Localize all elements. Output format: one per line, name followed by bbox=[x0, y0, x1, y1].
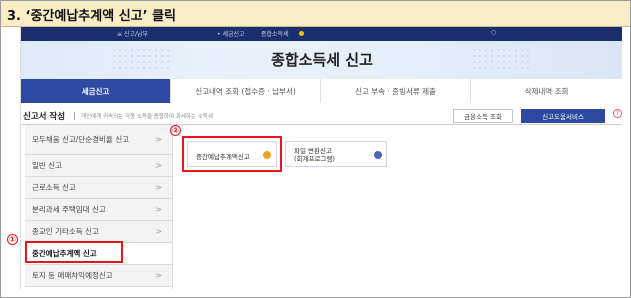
step2-highlight-box bbox=[182, 136, 282, 172]
nav-menu-income-tax[interactable]: 종합소득세 bbox=[261, 29, 289, 38]
financial-income-button[interactable]: 금융소득 조회 bbox=[453, 109, 513, 123]
tab-tax-report[interactable]: 세금신고 bbox=[21, 79, 171, 103]
top-navigation: ≡ 신고/납부 • 세금신고 종합소득세 ○ bbox=[21, 27, 622, 41]
chevron-right-icon: > bbox=[155, 183, 162, 192]
step-caption: 3. ‘중간예납추계액 신고’ 클릭 bbox=[7, 9, 176, 24]
nav-menu-report[interactable]: ≡ 신고/납부 bbox=[117, 29, 148, 38]
help-icon[interactable]: ? bbox=[613, 109, 622, 118]
section-description: 개인에게 귀속되는 각종 소득을 종합하여 과세하는 소득세 bbox=[81, 114, 213, 120]
sidebar-item-general[interactable]: 일반 신고 > bbox=[25, 155, 172, 177]
step1-highlight-box bbox=[25, 241, 123, 263]
divider bbox=[74, 112, 75, 120]
sidebar-item-housing-rental[interactable]: 분리과세 주택임대 신고 > bbox=[25, 199, 172, 221]
sidebar-item-auto-fill[interactable]: 모두채움 신고/단순경비율 신고 > bbox=[25, 125, 172, 155]
section-header: 신고서 작성 개인에게 귀속되는 각종 소득을 종합하여 과세하는 소득세 금융… bbox=[21, 107, 622, 125]
sidebar-item-label: 근로소득 신고 bbox=[32, 183, 76, 192]
card-label: 파일 변환신고 (회계프로그램) bbox=[294, 147, 335, 163]
chevron-right-icon: > bbox=[155, 271, 162, 280]
chevron-right-icon: > bbox=[155, 205, 162, 214]
page-title: 종합소득세 신고 bbox=[271, 51, 373, 69]
report-help-service-button[interactable]: 신고도움서비스 bbox=[521, 109, 605, 123]
star-icon bbox=[299, 31, 304, 36]
sidebar-item-earned-income[interactable]: 근로소득 신고 > bbox=[25, 177, 172, 199]
arrow-circle-icon bbox=[374, 151, 382, 159]
financial-income-label: 금융소득 조회 bbox=[464, 113, 502, 121]
report-help-label: 신고도움서비스 bbox=[542, 113, 584, 121]
chevron-right-icon: > bbox=[155, 227, 162, 236]
nav-menu-tax[interactable]: • 세금신고 bbox=[217, 29, 245, 38]
chevron-right-icon: > bbox=[155, 134, 162, 144]
sidebar-item-land-sale[interactable]: 토지 등 매매차익예정신고 > bbox=[25, 265, 172, 287]
chevron-right-icon: > bbox=[155, 161, 162, 170]
report-content-panel: 중간예납추계액신고 파일 변환신고 (회계프로그램) bbox=[172, 125, 622, 289]
step1-marker: ① bbox=[7, 234, 18, 245]
report-type-sidebar: 모두채움 신고/단순경비율 신고 > 일반 신고 > 근로소득 신고 > 분리과… bbox=[25, 125, 172, 289]
sidebar-item-label: 분리과세 주택임대 신고 bbox=[32, 205, 106, 214]
sidebar-item-religious-income[interactable]: 종교인 기타소득 신고 > bbox=[25, 221, 172, 243]
file-conversion-card[interactable]: 파일 변환신고 (회계프로그램) bbox=[285, 141, 387, 167]
page-banner: 종합소득세 신고 bbox=[21, 41, 622, 79]
sidebar-item-label: 종교인 기타소득 신고 bbox=[32, 227, 99, 236]
caption-bar: 3. ‘중간예납추계액 신고’ 클릭 bbox=[1, 1, 630, 27]
main-tabs: 세금신고 신고내역 조회 (접수증 · 납부서) 신고 부속 · 증빙서류 제출… bbox=[21, 79, 622, 103]
sidebar-item-label: 일반 신고 bbox=[32, 161, 62, 170]
tab-report-history[interactable]: 신고내역 조회 (접수증 · 납부서) bbox=[171, 79, 321, 103]
sidebar-item-label: 토지 등 매매차익예정신고 bbox=[32, 271, 113, 280]
sidebar-item-label: 모두채움 신고/단순경비율 신고 bbox=[32, 134, 129, 144]
card-label-line1: 파일 변환신고 bbox=[294, 147, 332, 155]
nav-user-icon[interactable]: ○ bbox=[491, 29, 496, 36]
step2-marker: ② bbox=[170, 125, 181, 136]
tab-deleted-history[interactable]: 삭제내역 조회 bbox=[471, 79, 622, 103]
tab-attach-documents[interactable]: 신고 부속 · 증빙서류 제출 bbox=[321, 79, 471, 103]
card-label-line2: (회계프로그램) bbox=[294, 155, 335, 163]
hometax-screen: ≡ 신고/납부 • 세금신고 종합소득세 ○ 종합소득세 신고 세금신고 신고내… bbox=[20, 27, 622, 289]
section-title: 신고서 작성 bbox=[23, 112, 66, 122]
